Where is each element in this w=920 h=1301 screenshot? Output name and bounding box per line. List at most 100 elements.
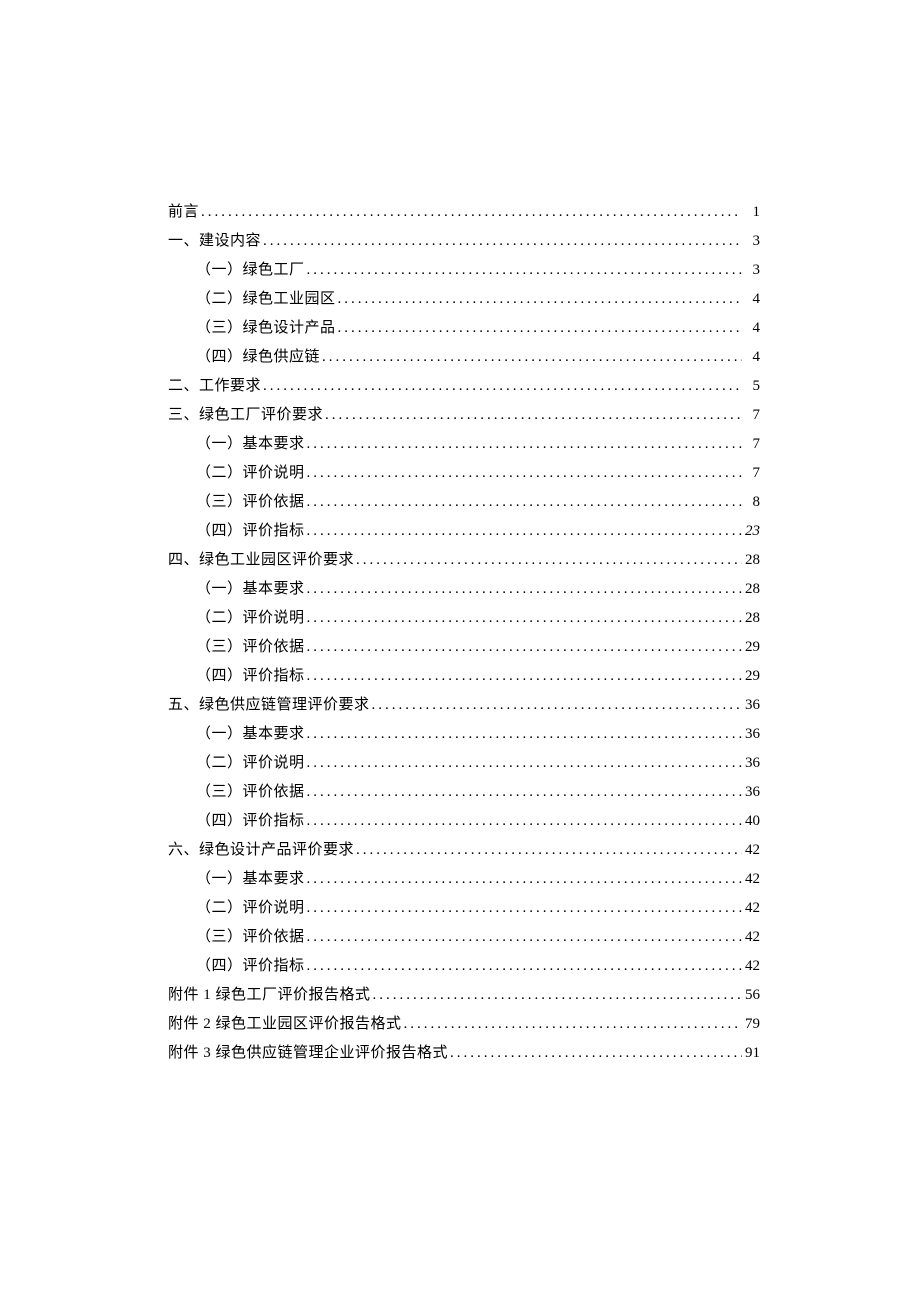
toc-entry: （四）评价指标29: [168, 664, 760, 685]
toc-label: （二）评价说明: [196, 461, 305, 482]
toc-entry: （三）绿色设计产品 4: [168, 316, 760, 337]
toc-label: （三）绿色设计产品: [196, 316, 336, 337]
toc-entry: （二）评价说明28: [168, 606, 760, 627]
toc-page-number: 28: [744, 552, 760, 569]
toc-label: （二）绿色工业园区: [196, 287, 336, 308]
toc-label: （二）评价说明: [196, 751, 305, 772]
toc-page-number: 5: [744, 378, 760, 395]
toc-entry: （四）评价指标42: [168, 954, 760, 975]
toc-page-number: 79: [744, 1016, 760, 1033]
toc-leader-dots: [307, 726, 742, 743]
toc-leader-dots: [450, 1045, 742, 1062]
toc-entry: （一）基本要求28: [168, 577, 760, 598]
toc-page-number: 23: [744, 523, 760, 540]
toc-entry: （三）评价依据 36: [168, 780, 760, 801]
toc-page-number: 7: [744, 407, 760, 424]
toc-leader-dots: [263, 378, 742, 395]
toc-entry: 一、建设内容 3: [168, 229, 760, 250]
toc-entry: 前言1: [168, 200, 760, 221]
toc-page-number: 4: [744, 349, 760, 366]
toc-entry: （一）绿色工厂 3: [168, 258, 760, 279]
toc-label: 附件 2 绿色工业园区评价报告格式: [168, 1012, 402, 1033]
toc-leader-dots: [372, 697, 742, 714]
toc-entry: 三、绿色工厂评价要求7: [168, 403, 760, 424]
toc-entry: 五、绿色供应链管理评价要求 36: [168, 693, 760, 714]
toc-page-number: 4: [744, 291, 760, 308]
toc-entry: 附件 1 绿色工厂评价报告格式 56: [168, 983, 760, 1004]
toc-label: （四）评价指标: [196, 809, 305, 830]
toc-label: （一）绿色工厂: [196, 258, 305, 279]
toc-leader-dots: [201, 204, 742, 221]
toc-page-number: 36: [744, 697, 760, 714]
toc-page-number: 3: [744, 233, 760, 250]
toc-entry: 四、绿色工业园区评价要求 28: [168, 548, 760, 569]
toc-label: （三）评价依据: [196, 925, 305, 946]
toc-label: （三）评价依据: [196, 780, 305, 801]
toc-label: 二、工作要求: [168, 374, 261, 395]
toc-page-number: 36: [744, 784, 760, 801]
toc-entry: 六、绿色设计产品评价要求42: [168, 838, 760, 859]
toc-page-number: 40: [744, 813, 760, 830]
toc-leader-dots: [307, 610, 742, 627]
toc-leader-dots: [338, 291, 742, 308]
toc-entry: 附件 2 绿色工业园区评价报告格式 79: [168, 1012, 760, 1033]
toc-page-number: 56: [744, 987, 760, 1004]
toc-label: （一）基本要求: [196, 867, 305, 888]
toc-leader-dots: [356, 552, 742, 569]
toc-page-number: 8: [744, 494, 760, 511]
toc-leader-dots: [307, 813, 742, 830]
toc-entry: （二）评价说明42: [168, 896, 760, 917]
toc-leader-dots: [373, 987, 742, 1004]
toc-leader-dots: [263, 233, 742, 250]
toc-label: 五、绿色供应链管理评价要求: [168, 693, 370, 714]
toc-entry: （三）评价依据 8: [168, 490, 760, 511]
toc-leader-dots: [307, 639, 742, 656]
toc-leader-dots: [307, 262, 742, 279]
toc-page-number: 29: [744, 668, 760, 685]
toc-label: 一、建设内容: [168, 229, 261, 250]
toc-label: （四）评价指标: [196, 954, 305, 975]
toc-leader-dots: [338, 320, 742, 337]
toc-leader-dots: [307, 784, 742, 801]
toc-page-number: 91: [744, 1045, 760, 1062]
toc-leader-dots: [307, 871, 742, 888]
toc-entry: （四）评价指标 40: [168, 809, 760, 830]
toc-entry: （二）评价说明36: [168, 751, 760, 772]
toc-label: 六、绿色设计产品评价要求: [168, 838, 354, 859]
toc-label: （一）基本要求: [196, 432, 305, 453]
toc-leader-dots: [307, 581, 742, 598]
toc-label: （四）绿色供应链: [196, 345, 320, 366]
toc-entry: （三）评价依据29: [168, 635, 760, 656]
toc-page-number: 42: [744, 871, 760, 888]
toc-page-number: 42: [744, 929, 760, 946]
toc-leader-dots: [325, 407, 742, 424]
toc-entry: （四）绿色供应链 4: [168, 345, 760, 366]
toc-label: （三）评价依据: [196, 490, 305, 511]
toc-page-number: 1: [744, 204, 760, 221]
toc-page-number: 7: [744, 436, 760, 453]
toc-page-number: 28: [744, 581, 760, 598]
toc-page-number: 36: [744, 726, 760, 743]
toc-leader-dots: [307, 668, 742, 685]
toc-label: 附件 3 绿色供应链管理企业评价报告格式: [168, 1041, 448, 1062]
toc-page-number: 4: [744, 320, 760, 337]
toc-entry: 二、工作要求 5: [168, 374, 760, 395]
toc-entry: （四）评价指标23: [168, 519, 760, 540]
toc-page-number: 3: [744, 262, 760, 279]
table-of-contents: 前言1一、建设内容3（一）绿色工厂3（二）绿色工业园区4（三）绿色设计产品4（四…: [168, 200, 760, 1062]
toc-leader-dots: [322, 349, 742, 366]
toc-label: （一）基本要求: [196, 722, 305, 743]
toc-leader-dots: [307, 900, 742, 917]
toc-leader-dots: [307, 465, 742, 482]
toc-entry: （三）评价依据 42: [168, 925, 760, 946]
toc-label: 四、绿色工业园区评价要求: [168, 548, 354, 569]
toc-entry: （一）基本要求 7: [168, 432, 760, 453]
toc-page-number: 42: [744, 900, 760, 917]
toc-leader-dots: [307, 436, 742, 453]
toc-leader-dots: [404, 1016, 742, 1033]
toc-label: 附件 1 绿色工厂评价报告格式: [168, 983, 371, 1004]
toc-entry: （一）基本要求 42: [168, 867, 760, 888]
toc-leader-dots: [307, 929, 742, 946]
toc-leader-dots: [356, 842, 742, 859]
toc-entry: （二）评价说明7: [168, 461, 760, 482]
